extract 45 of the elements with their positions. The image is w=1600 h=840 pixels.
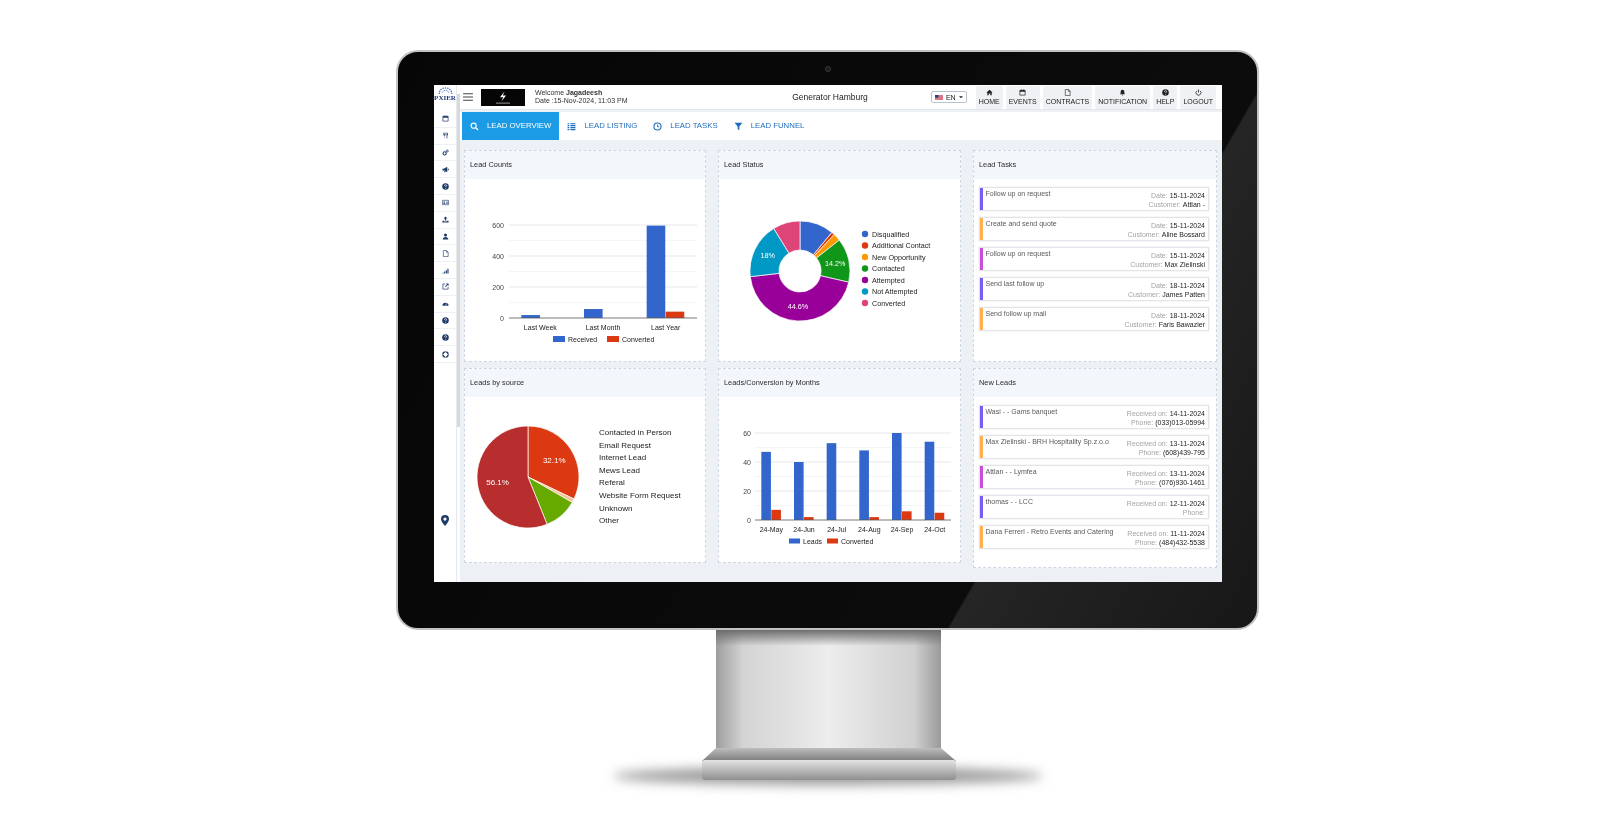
home-icon [985, 89, 993, 96]
caret-icon [958, 95, 963, 99]
brand-logo [481, 88, 525, 106]
user-icon[interactable] [441, 232, 449, 240]
legend-label: Internet Lead [599, 452, 647, 465]
help-icon[interactable] [441, 333, 449, 341]
calendar-icon[interactable] [441, 115, 449, 123]
data-label: 32.1% [542, 455, 566, 465]
help-icon[interactable] [441, 182, 449, 190]
legend-label: Other [599, 515, 619, 528]
menu-icon[interactable] [463, 93, 473, 101]
data-label: 56.1% [486, 478, 509, 488]
legend-label: Contacted in Person [599, 427, 672, 439]
search-icon [470, 121, 479, 131]
id-card-icon[interactable] [441, 199, 449, 207]
calendar-icon [1019, 89, 1027, 96]
list-icon [567, 121, 577, 131]
life-ring-icon[interactable] [441, 350, 449, 358]
gears-icon[interactable] [441, 149, 449, 156]
bell-icon [1119, 89, 1127, 96]
flag-icon [934, 94, 943, 100]
megaphone-icon[interactable] [441, 165, 449, 173]
help-icon[interactable] [441, 316, 449, 324]
legend-label: Unknown [599, 502, 633, 515]
document-icon [1064, 89, 1071, 96]
upload-icon[interactable] [441, 216, 449, 224]
logo-dots-icon [437, 87, 453, 94]
fork-knife-icon[interactable] [441, 132, 449, 140]
legend-label: Website Form Request [599, 489, 681, 502]
funnel-icon [733, 121, 743, 131]
external-link-icon[interactable] [441, 283, 449, 291]
map-pin-icon[interactable] [441, 515, 449, 526]
page-title: Generator Hamburg [792, 91, 868, 103]
chart-bar [584, 309, 603, 318]
camera-icon [825, 65, 831, 72]
power-icon [1194, 89, 1202, 96]
legend-label: Referal [599, 477, 625, 490]
gauge-icon[interactable] [441, 300, 449, 308]
help-icon [1161, 89, 1169, 96]
document-icon[interactable] [441, 249, 449, 257]
signal-bars-icon[interactable] [441, 266, 449, 274]
legend-label: Email Request [599, 439, 652, 452]
clock-icon [653, 121, 663, 131]
legend-label: Mews Lead [599, 464, 640, 477]
chart-bar [521, 315, 540, 318]
